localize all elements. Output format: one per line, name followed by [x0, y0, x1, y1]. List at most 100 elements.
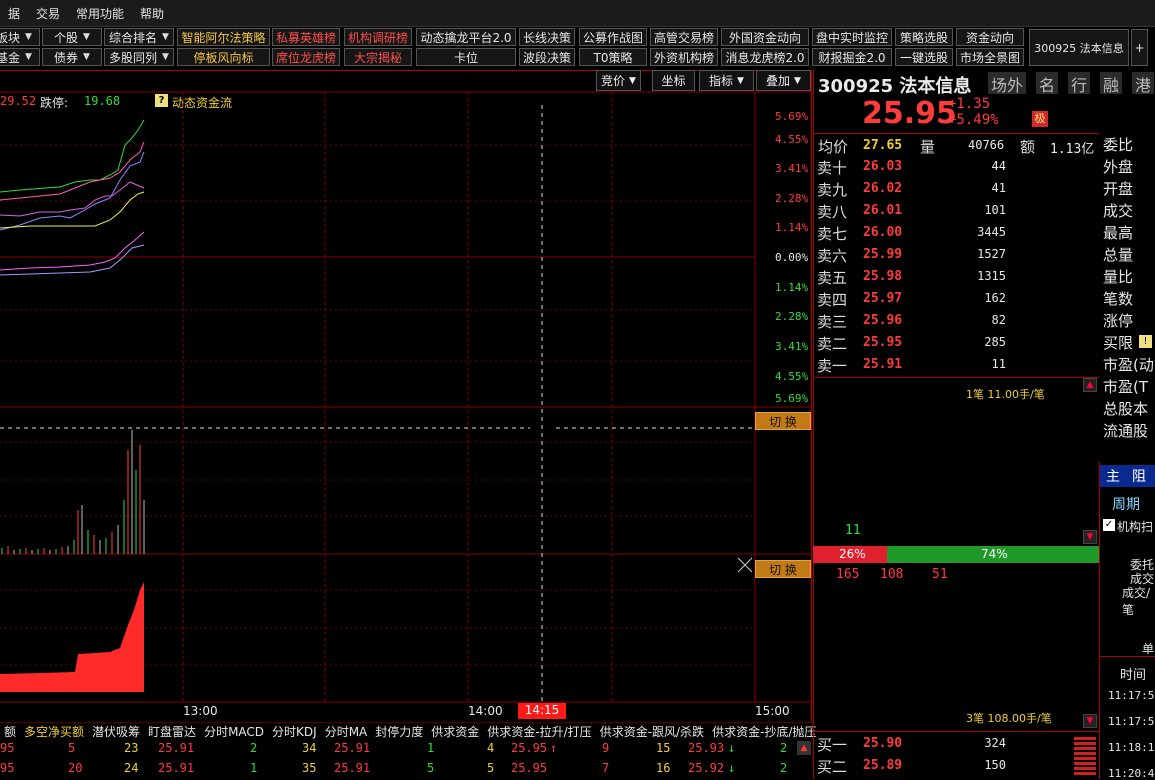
institution-scan-label[interactable]: 机构扫: [1117, 518, 1153, 535]
indicator-tab-7[interactable]: 封停力度: [371, 723, 427, 740]
indicator-cell: 1: [427, 741, 435, 755]
indicator-tab-6[interactable]: 分时MA: [321, 723, 372, 740]
price-lines: [0, 119, 145, 276]
switch-button-1[interactable]: 切 换: [755, 412, 811, 430]
stock-tab[interactable]: 300925 法本信息: [1029, 29, 1129, 66]
toolbar_row2-item-3[interactable]: 停板风向标: [177, 48, 270, 66]
ask-volume: 285: [984, 335, 1006, 349]
indicator-tab-0[interactable]: 额: [0, 723, 20, 740]
toolbar_row1-item-11[interactable]: 盘中实时监控: [812, 28, 892, 46]
avg-label: 均价: [818, 138, 849, 156]
toolbar_row1-item-2[interactable]: 综合排名 ▼: [104, 28, 174, 46]
indicator-tab-11[interactable]: 供求资金-抄底/抛压: [708, 723, 820, 740]
toolbar_row2-item-0[interactable]: 基金 ▼: [0, 48, 40, 66]
stat-label: 总股本: [1103, 400, 1149, 418]
toolbar_row1-item-1[interactable]: 个股 ▼: [42, 28, 102, 46]
divider: [813, 377, 1099, 378]
time-row-4: 11:20:40: [1108, 767, 1155, 780]
toolbar_row1-item-5[interactable]: 机构调研榜: [344, 28, 412, 46]
amount-value: 1.13亿: [1050, 142, 1095, 157]
checkbox-checked-icon[interactable]: ✓: [1103, 519, 1115, 531]
scroll-up-icon[interactable]: ▲: [1083, 378, 1097, 392]
toolbar_row2-item-5[interactable]: 大宗揭秘: [344, 48, 412, 66]
toolbar_row1-item-10[interactable]: 外国资金动向: [721, 28, 809, 46]
toolbar_row2-item-2[interactable]: 多股同列 ▼: [104, 48, 174, 66]
toolbar_row2-item-10[interactable]: 消息龙虎榜2.0: [721, 48, 809, 66]
indicator-cell: 5: [427, 761, 435, 775]
indicator-cell: 25.95: [511, 761, 548, 775]
dropdown-arrow-icon: ▼: [162, 32, 169, 42]
menu-trade[interactable]: 交易: [28, 5, 68, 22]
stock-tag-4[interactable]: 港: [1132, 72, 1155, 95]
indicator-cell: 2: [780, 741, 788, 755]
scroll-down-icon[interactable]: ▼: [1083, 530, 1097, 544]
period-label[interactable]: 周期: [1112, 494, 1140, 514]
menu-common[interactable]: 常用功能: [68, 5, 132, 22]
toolbar_row1-item-7[interactable]: 长线决策: [519, 28, 575, 46]
stock-tag-1[interactable]: 名: [1036, 72, 1059, 95]
flag-badge[interactable]: 极: [1032, 111, 1048, 127]
toolbar_row1-item-9[interactable]: 高管交易榜: [650, 28, 718, 46]
toolbar_row2-item-12[interactable]: 一键选股: [895, 48, 953, 66]
ask-price: 25.91: [863, 357, 903, 372]
stock-tag-3[interactable]: 融: [1100, 72, 1123, 95]
toolbar_row2-item-6[interactable]: 卡位: [416, 48, 516, 66]
toolbar_row1-item-8[interactable]: 公募作战图: [579, 28, 647, 46]
indicator-tab-2[interactable]: 潜伏吸筹: [88, 723, 144, 740]
tab-main[interactable]: 主: [1106, 466, 1120, 486]
side-tabs[interactable]: 主阻: [1100, 465, 1155, 487]
toolbar_row2-item-8[interactable]: T0策略: [579, 48, 647, 66]
toolbar_row2-item-11[interactable]: 财报掘金2.0: [812, 48, 892, 66]
indicator-row: 95 5 23 25.91 2 34 25.91 1 4 25.95 9 15 25.93 2 ↑ ↓: [0, 741, 812, 760]
add-tab-button[interactable]: +: [1131, 29, 1148, 66]
time-row-1: 11:17:52: [1108, 689, 1155, 702]
indicator-tab-4[interactable]: 分时MACD: [200, 723, 268, 740]
indicator-tab-3[interactable]: 盯盘雷达: [144, 723, 200, 740]
ask-label: 卖六: [817, 247, 848, 265]
indicator-cell: 25.91: [334, 741, 371, 755]
ask-volume: 101: [984, 203, 1006, 217]
toolbar_row1-label-3: 智能阿尔法策略: [181, 30, 266, 45]
stock-tag-2[interactable]: 行: [1068, 72, 1091, 95]
toolbar_row1-item-3[interactable]: 智能阿尔法策略: [177, 28, 270, 46]
stock-tag-0[interactable]: 场外: [988, 72, 1027, 95]
tab-resist[interactable]: 阻: [1132, 466, 1146, 486]
menu-help[interactable]: 帮助: [132, 5, 172, 22]
toolbar_row1-item-12[interactable]: 策略选股: [895, 28, 953, 46]
indicator-tab-8[interactable]: 供求资金: [427, 723, 483, 740]
toolbar_row2-item-13[interactable]: 市场全景图: [956, 48, 1024, 66]
indicator-cell: 25.92: [688, 761, 725, 775]
toolbar_row2-item-4[interactable]: 席位龙虎榜: [272, 48, 340, 66]
side-line-3: 成交/笔: [1122, 586, 1151, 617]
toolbar_row1-item-13[interactable]: 资金动向: [956, 28, 1024, 46]
indicator-tab-10[interactable]: 供求资金-跟风/杀跌: [596, 723, 708, 740]
dropdown-arrow-icon: ▼: [83, 32, 90, 42]
toolbar_row2-item-1[interactable]: 债券 ▼: [42, 48, 102, 66]
stat-label: 总量: [1103, 246, 1134, 264]
ask-price: 26.00: [863, 225, 903, 240]
pct-label-7: 2.28%: [775, 310, 809, 323]
alert-icon[interactable]: !: [1139, 335, 1152, 348]
indicator-cell: 7: [602, 761, 610, 775]
indicator-tab-9[interactable]: 供求资金-拉升/打压: [483, 723, 595, 740]
ask-label: 卖五: [817, 269, 848, 287]
scroll-down-icon[interactable]: ▼: [1083, 714, 1097, 728]
toolbar_row1-item-0[interactable]: 板块 ▼: [0, 28, 40, 46]
indicator-cell: 15: [656, 741, 671, 755]
toolbar_row1-item-4[interactable]: 私募英雄榜: [272, 28, 340, 46]
stat-label: 成交: [1103, 202, 1134, 220]
toolbar_row1-item-6[interactable]: 动态擒龙平台2.0: [416, 28, 516, 46]
arrow-up-icon: ↑: [550, 741, 558, 755]
switch-button-2[interactable]: 切 换: [755, 560, 811, 578]
menu-data[interactable]: 据: [0, 5, 28, 22]
toolbar_row2-item-9[interactable]: 外资机构榜: [650, 48, 718, 66]
divider: [813, 731, 1099, 732]
indicator-cell: 25.95: [511, 741, 548, 755]
toolbar_row1-label-11: 盘中实时监控: [815, 30, 888, 45]
ask-label: 卖二: [817, 335, 848, 353]
toolbar_row2-item-7[interactable]: 波段决策: [519, 48, 575, 66]
stat-label: 涨停: [1103, 312, 1134, 330]
indicator-tab-1[interactable]: 多空净买额: [20, 723, 88, 740]
indicator-cell: 25.91: [158, 761, 195, 775]
indicator-tab-5[interactable]: 分时KDJ: [268, 723, 321, 740]
